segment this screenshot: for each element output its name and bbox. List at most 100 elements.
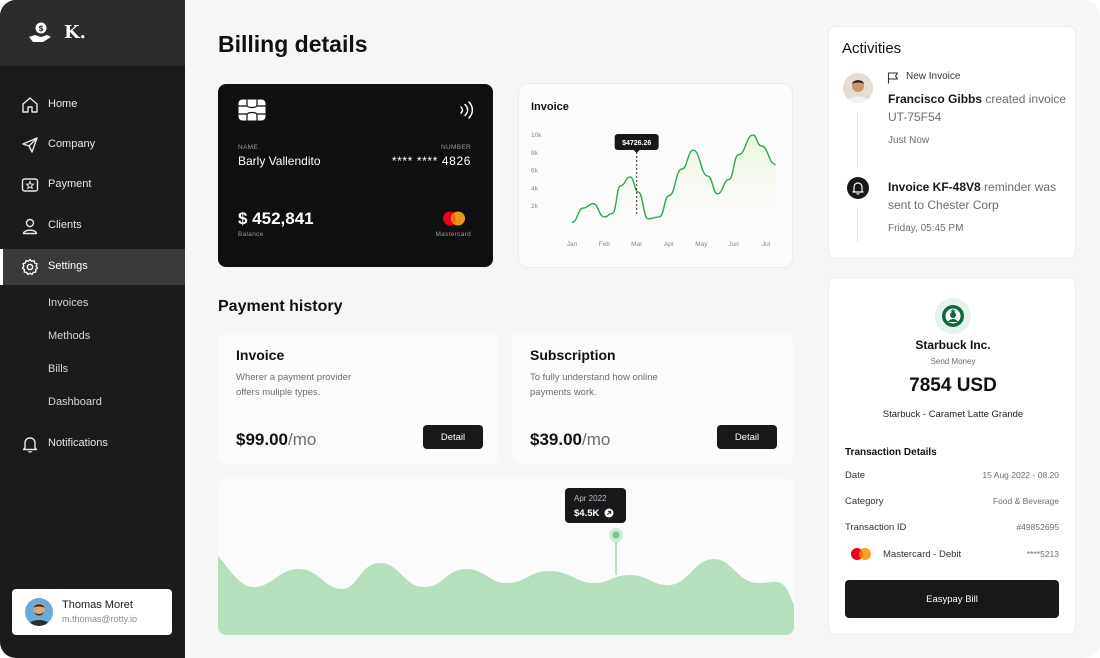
card-network-label: Mastercard bbox=[435, 231, 471, 238]
detail-label: Mastercard - Debit bbox=[883, 549, 962, 560]
x-tick-label: May bbox=[695, 241, 708, 248]
sidebar: $ K. Home Company Payment Clients Settin… bbox=[0, 0, 185, 658]
detail-label: Category bbox=[845, 496, 884, 507]
activity-actor: Invoice KF-48V8 bbox=[888, 180, 981, 194]
credit-card[interactable]: NAME NUMBER Barly Vallendito **** **** 4… bbox=[218, 84, 493, 267]
plan-price-value: $39.00 bbox=[530, 430, 582, 449]
activity-text: Francisco Gibbs created invoice UT-75F54 bbox=[888, 90, 1068, 126]
invoice-plan-card: Invoice Wherer a payment provider offers… bbox=[218, 333, 499, 464]
activity-bell bbox=[847, 177, 869, 199]
detail-value: #49852695 bbox=[1016, 522, 1059, 532]
avatar bbox=[25, 598, 53, 626]
payment-area-chart: Apr 2022 $4.5K bbox=[218, 479, 794, 635]
arrow-up-right-icon bbox=[604, 508, 614, 518]
card-balance-label: Balance bbox=[238, 231, 264, 238]
detail-row-category: Category Food & Beverage bbox=[845, 496, 1059, 507]
detail-value: 15 Aug 2022 - 08.20 bbox=[982, 470, 1059, 480]
sidebar-subitem-invoices[interactable]: Invoices bbox=[48, 297, 88, 309]
y-tick-label: 8k bbox=[531, 150, 539, 157]
card-holder-name: Barly Vallendito bbox=[238, 154, 321, 168]
transaction-receipt: Starbuck Inc. Send Money 7854 USD Starbu… bbox=[828, 277, 1076, 635]
x-tick-label: Apr bbox=[664, 241, 675, 248]
area-tooltip: Apr 2022 $4.5K bbox=[565, 488, 626, 523]
sidebar-item-clients[interactable]: Clients bbox=[0, 208, 185, 244]
activity-time: Just Now bbox=[888, 135, 930, 146]
tooltip-value: $4.5K bbox=[574, 508, 600, 519]
bell-icon bbox=[852, 182, 864, 195]
activities-title: Activities bbox=[842, 40, 902, 57]
plan-description: Wherer a payment provider offers muliple… bbox=[236, 372, 352, 398]
starbucks-logo bbox=[935, 298, 971, 334]
activity-tag-label: New Invoice bbox=[906, 71, 961, 82]
invoice-detail-button[interactable]: Detail bbox=[423, 425, 483, 449]
invoice-chart-card: Invoice 10k 8k 6k 4k 2k Jan Feb Mar Apr May Jun Jul… bbox=[518, 83, 793, 268]
detail-value: Food & Beverage bbox=[992, 496, 1059, 506]
sidebar-item-label: Clients bbox=[48, 219, 82, 231]
plan-price-value: $99.00 bbox=[236, 430, 288, 449]
sidebar-item-label: Notifications bbox=[48, 437, 108, 449]
area-wave bbox=[218, 556, 794, 635]
y-tick-label: 2k bbox=[531, 203, 539, 210]
card-number: **** **** 4826 bbox=[391, 154, 471, 168]
invoice-tooltip-value: $4726.26 bbox=[622, 140, 651, 147]
y-tick-label: 10k bbox=[531, 132, 542, 139]
gear-icon bbox=[21, 258, 39, 276]
app-window: $ K. Home Company Payment Clients Settin… bbox=[0, 0, 1100, 658]
timeline-line bbox=[857, 207, 858, 242]
tooltip-month: Apr 2022 bbox=[574, 494, 607, 503]
plan-title: Subscription bbox=[530, 347, 616, 363]
transaction-amount: 7854 USD bbox=[909, 375, 997, 396]
detail-label: Date bbox=[845, 470, 866, 481]
brand-name: K. bbox=[64, 22, 86, 43]
y-tick-label: 6k bbox=[531, 168, 539, 175]
brand-header: $ K. bbox=[0, 0, 185, 66]
plan-description: To fully understand how online payments … bbox=[530, 372, 658, 398]
transaction-item: Starbuck - Caramet Latte Grande bbox=[882, 409, 1024, 420]
x-tick-label: Mar bbox=[631, 241, 643, 248]
user-profile-card[interactable]: Thomas Moret m.thomas@rotty.io bbox=[12, 589, 172, 635]
subscription-detail-button[interactable]: Detail bbox=[717, 425, 777, 449]
sidebar-item-label: Company bbox=[48, 138, 96, 150]
bell-icon bbox=[22, 437, 38, 453]
invoice-tooltip: $4726.26 bbox=[614, 134, 659, 153]
detail-row-transaction-id: Transaction ID #49852695 bbox=[845, 522, 1059, 533]
easypay-bill-button[interactable]: Easypay Bill bbox=[845, 580, 1059, 618]
transaction-type: Send Money bbox=[930, 357, 976, 366]
sidebar-subitem-methods[interactable]: Methods bbox=[48, 330, 90, 342]
timeline-line bbox=[857, 113, 858, 169]
x-tick-label: Feb bbox=[599, 241, 611, 248]
sidebar-subitem-bills[interactable]: Bills bbox=[48, 363, 68, 375]
detail-value: ****5213 bbox=[1026, 549, 1059, 559]
area-chart bbox=[218, 528, 794, 635]
sidebar-item-notifications[interactable]: Notifications bbox=[0, 426, 185, 462]
sidebar-subitem-dashboard[interactable]: Dashboard bbox=[48, 396, 102, 408]
svg-text:$: $ bbox=[38, 24, 44, 33]
flag-icon bbox=[887, 72, 899, 84]
starbucks-icon bbox=[942, 305, 964, 327]
user-name: Thomas Moret bbox=[62, 599, 133, 611]
home-icon bbox=[22, 97, 38, 113]
sidebar-item-company[interactable]: Company bbox=[0, 127, 185, 163]
user-email: m.thomas@rotty.io bbox=[62, 614, 137, 624]
hand-coin-icon: $ bbox=[29, 22, 51, 42]
chip-icon bbox=[238, 99, 266, 121]
activities-panel: Activities New Invoice Francisco Gibbs c… bbox=[828, 26, 1076, 259]
x-tick-label: Jun bbox=[728, 241, 739, 248]
sidebar-item-payment[interactable]: Payment bbox=[0, 167, 185, 203]
sidebar-item-home[interactable]: Home bbox=[0, 87, 185, 123]
activity-actor: Francisco Gibbs bbox=[888, 92, 983, 106]
payment-icon bbox=[21, 178, 39, 192]
send-icon bbox=[22, 137, 38, 153]
sidebar-item-settings[interactable]: Settings bbox=[0, 249, 185, 285]
invoice-chart: 10k 8k 6k 4k 2k Jan Feb Mar Apr May Jun Jul $4726.26 bbox=[531, 132, 776, 248]
card-name-label: NAME bbox=[238, 144, 258, 151]
plan-price: $39.00/mo bbox=[530, 430, 610, 450]
mastercard-icon bbox=[443, 211, 465, 226]
x-tick-label: Jan bbox=[567, 241, 578, 248]
page-title: Billing details bbox=[218, 31, 368, 57]
x-tick-label: Jul bbox=[762, 241, 771, 248]
sidebar-item-label: Payment bbox=[48, 178, 92, 190]
plan-price-unit: /mo bbox=[288, 430, 317, 449]
plan-price: $99.00/mo bbox=[236, 430, 316, 450]
contactless-icon bbox=[460, 101, 474, 119]
